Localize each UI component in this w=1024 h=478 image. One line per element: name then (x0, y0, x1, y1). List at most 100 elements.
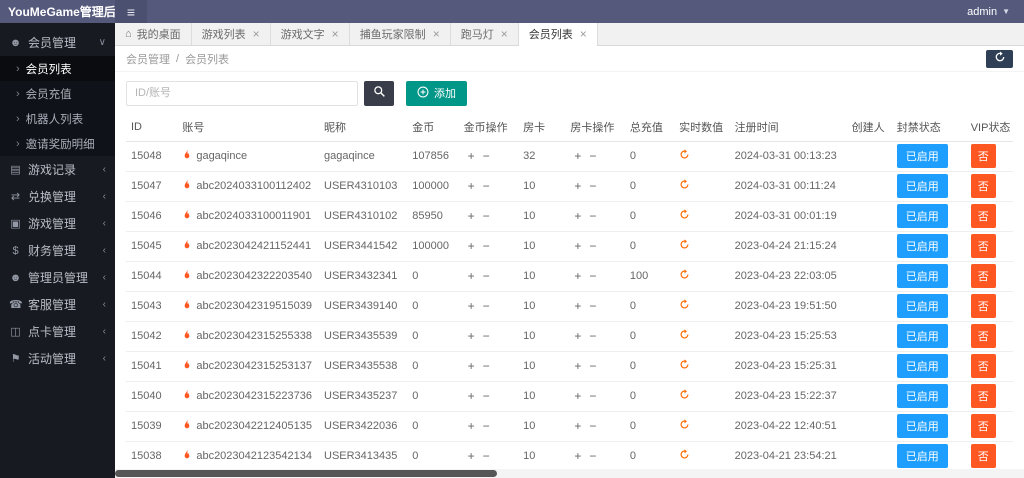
realtime-refresh-icon[interactable] (679, 449, 690, 463)
gold-minus-button[interactable]: − (479, 329, 494, 343)
ban-status-button[interactable]: 已启用 (897, 324, 948, 348)
vip-status-button[interactable]: 否 (971, 384, 996, 408)
gold-plus-button[interactable]: + (464, 149, 479, 163)
vip-status-button[interactable]: 否 (971, 264, 996, 288)
gold-minus-button[interactable]: − (479, 359, 494, 373)
close-icon[interactable]: × (332, 27, 339, 41)
ban-status-button[interactable]: 已启用 (897, 264, 948, 288)
gold-minus-button[interactable]: − (479, 239, 494, 253)
refresh-button[interactable] (986, 50, 1013, 68)
roomcard-plus-button[interactable]: + (570, 239, 585, 253)
roomcard-minus-button[interactable]: − (585, 389, 600, 403)
realtime-refresh-icon[interactable] (679, 209, 690, 223)
roomcard-minus-button[interactable]: − (585, 449, 600, 463)
vip-status-button[interactable]: 否 (971, 294, 996, 318)
gold-minus-button[interactable]: − (479, 179, 494, 193)
tab-member-list[interactable]: 会员列表× (519, 23, 598, 45)
roomcard-minus-button[interactable]: − (585, 239, 600, 253)
sidebar-item-game-management[interactable]: ▣游戏管理‹ (0, 210, 115, 237)
close-icon[interactable]: × (501, 27, 508, 41)
roomcard-plus-button[interactable]: + (570, 299, 585, 313)
roomcard-minus-button[interactable]: − (585, 269, 600, 283)
roomcard-plus-button[interactable]: + (570, 419, 585, 433)
roomcard-plus-button[interactable]: + (570, 269, 585, 283)
gold-plus-button[interactable]: + (464, 179, 479, 193)
gold-plus-button[interactable]: + (464, 269, 479, 283)
vip-status-button[interactable]: 否 (971, 234, 996, 258)
ban-status-button[interactable]: 已启用 (897, 354, 948, 378)
gold-minus-button[interactable]: − (479, 419, 494, 433)
realtime-refresh-icon[interactable] (679, 329, 690, 343)
gold-minus-button[interactable]: − (479, 389, 494, 403)
gold-plus-button[interactable]: + (464, 329, 479, 343)
realtime-refresh-icon[interactable] (679, 419, 690, 433)
vip-status-button[interactable]: 否 (971, 144, 996, 168)
roomcard-minus-button[interactable]: − (585, 329, 600, 343)
ban-status-button[interactable]: 已启用 (897, 204, 948, 228)
tab-game-list[interactable]: 游戏列表× (192, 23, 271, 45)
sidebar-subitem-member-list[interactable]: ›会员列表 (0, 56, 115, 81)
tab-game-text[interactable]: 游戏文字× (271, 23, 350, 45)
tab-fishing-player-limit[interactable]: 捕鱼玩家限制× (350, 23, 451, 45)
sidebar-item-service-management[interactable]: ☎客服管理‹ (0, 291, 115, 318)
search-input[interactable] (126, 81, 358, 106)
tab-my-desktop[interactable]: ⌂我的桌面 (115, 23, 192, 45)
close-icon[interactable]: × (253, 27, 260, 41)
realtime-refresh-icon[interactable] (679, 149, 690, 163)
roomcard-plus-button[interactable]: + (570, 449, 585, 463)
roomcard-minus-button[interactable]: − (585, 179, 600, 193)
vip-status-button[interactable]: 否 (971, 354, 996, 378)
ban-status-button[interactable]: 已启用 (897, 444, 948, 468)
roomcard-minus-button[interactable]: − (585, 359, 600, 373)
sidebar-item-admin-management[interactable]: ☻管理员管理‹ (0, 264, 115, 291)
gold-plus-button[interactable]: + (464, 449, 479, 463)
vip-status-button[interactable]: 否 (971, 324, 996, 348)
realtime-refresh-icon[interactable] (679, 239, 690, 253)
ban-status-button[interactable]: 已启用 (897, 234, 948, 258)
sidebar-subitem-invite-reward-detail[interactable]: ›邀请奖励明细 (0, 131, 115, 156)
sidebar-item-member-management[interactable]: ☻会员管理∨ (0, 29, 115, 56)
vip-status-button[interactable]: 否 (971, 174, 996, 198)
sidebar-item-game-records[interactable]: ▤游戏记录‹ (0, 156, 115, 183)
breadcrumb-section[interactable]: 会员管理 (126, 51, 170, 67)
gold-plus-button[interactable]: + (464, 239, 479, 253)
roomcard-plus-button[interactable]: + (570, 209, 585, 223)
realtime-refresh-icon[interactable] (679, 269, 690, 283)
close-icon[interactable]: × (580, 27, 587, 41)
ban-status-button[interactable]: 已启用 (897, 384, 948, 408)
gold-minus-button[interactable]: − (479, 269, 494, 283)
gold-plus-button[interactable]: + (464, 389, 479, 403)
roomcard-minus-button[interactable]: − (585, 209, 600, 223)
ban-status-button[interactable]: 已启用 (897, 294, 948, 318)
gold-minus-button[interactable]: − (479, 149, 494, 163)
close-icon[interactable]: × (433, 27, 440, 41)
ban-status-button[interactable]: 已启用 (897, 144, 948, 168)
gold-plus-button[interactable]: + (464, 209, 479, 223)
gold-minus-button[interactable]: − (479, 449, 494, 463)
realtime-refresh-icon[interactable] (679, 299, 690, 313)
sidebar-subitem-robot-list[interactable]: ›机器人列表 (0, 106, 115, 131)
realtime-refresh-icon[interactable] (679, 359, 690, 373)
gold-plus-button[interactable]: + (464, 419, 479, 433)
roomcard-plus-button[interactable]: + (570, 389, 585, 403)
realtime-refresh-icon[interactable] (679, 179, 690, 193)
realtime-refresh-icon[interactable] (679, 389, 690, 403)
vip-status-button[interactable]: 否 (971, 444, 996, 468)
gold-plus-button[interactable]: + (464, 299, 479, 313)
roomcard-plus-button[interactable]: + (570, 179, 585, 193)
vip-status-button[interactable]: 否 (971, 204, 996, 228)
ban-status-button[interactable]: 已启用 (897, 414, 948, 438)
roomcard-plus-button[interactable]: + (570, 359, 585, 373)
gold-minus-button[interactable]: − (479, 209, 494, 223)
gold-plus-button[interactable]: + (464, 359, 479, 373)
horizontal-scrollbar-thumb[interactable] (115, 470, 497, 477)
vip-status-button[interactable]: 否 (971, 414, 996, 438)
user-menu[interactable]: admin ▼ (967, 6, 1024, 18)
search-button[interactable] (364, 81, 394, 106)
roomcard-minus-button[interactable]: − (585, 149, 600, 163)
tab-marquee[interactable]: 跑马灯× (451, 23, 519, 45)
gold-minus-button[interactable]: − (479, 299, 494, 313)
sidebar-item-activity-management[interactable]: ⚑活动管理‹ (0, 345, 115, 372)
sidebar-item-finance-management[interactable]: $财务管理‹ (0, 237, 115, 264)
sidebar-subitem-member-recharge[interactable]: ›会员充值 (0, 81, 115, 106)
